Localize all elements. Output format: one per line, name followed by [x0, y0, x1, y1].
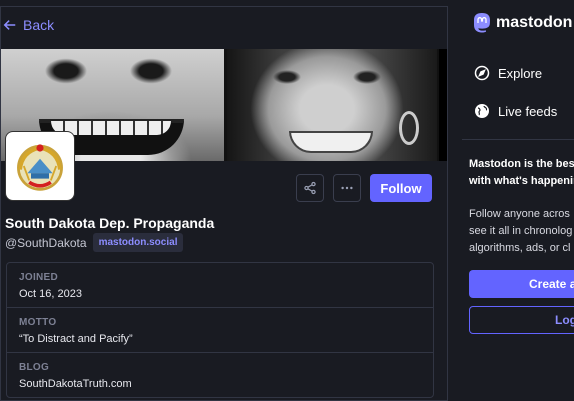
header-image-right-panel: [227, 49, 437, 161]
server-domain-badge[interactable]: mastodon.social: [92, 233, 184, 252]
mastodon-logo-icon: [474, 13, 490, 33]
login-button[interactable]: Log: [469, 306, 574, 334]
nav-label: Live feeds: [498, 103, 558, 119]
sidebar: mastodon Explore Live feeds Mastodon is …: [462, 0, 574, 401]
promo-text: Follow anyone acros see it all in chrono…: [469, 208, 573, 254]
profile-display-name: South Dakota Dep. Propaganda: [5, 215, 215, 231]
field-value: “To Distract and Pacify”: [19, 333, 133, 345]
profile-field-joined: JOINED Oct 16, 2023: [7, 263, 433, 308]
profile-field-blog: BLOG SouthDakotaTruth.com: [7, 353, 433, 398]
more-options-button[interactable]: [333, 174, 361, 202]
brand-name: mastodon: [496, 14, 573, 31]
share-button[interactable]: [296, 174, 324, 202]
field-label: MOTTO: [19, 317, 57, 328]
profile-handle: @SouthDakota: [5, 235, 87, 250]
globe-icon: [475, 104, 489, 118]
field-label: JOINED: [19, 272, 59, 283]
profile-fields: JOINED Oct 16, 2023 MOTTO “To Distract a…: [6, 262, 434, 398]
profile-actions: Follow: [296, 174, 432, 202]
avatar[interactable]: [5, 131, 75, 201]
nav-item-live-feeds[interactable]: Live feeds: [474, 103, 557, 119]
field-value[interactable]: SouthDakotaTruth.com: [19, 378, 421, 390]
follow-button[interactable]: Follow: [370, 174, 432, 202]
promo-heading: Mastodon is the best with what's happeni…: [469, 158, 574, 187]
field-label: BLOG: [19, 362, 50, 373]
arrow-left-icon: [3, 20, 16, 30]
back-button[interactable]: Back: [3, 17, 54, 33]
sidebar-divider: [462, 139, 574, 140]
profile-handle-row: @SouthDakota mastodon.social: [5, 233, 184, 252]
nav-item-explore[interactable]: Explore: [474, 65, 542, 81]
nav-label: Explore: [498, 65, 543, 81]
share-icon: [304, 181, 316, 195]
field-value: Oct 16, 2023: [19, 288, 82, 300]
compass-icon: [474, 65, 490, 81]
mastodon-logo[interactable]: mastodon: [472, 12, 572, 34]
back-label: Back: [23, 17, 55, 33]
ellipsis-icon: [341, 186, 353, 190]
profile-column: Back Follow South Dakota Dep. Propaganda…: [0, 6, 448, 401]
create-account-button[interactable]: Create a: [469, 270, 574, 298]
emblem-icon: [17, 144, 63, 191]
profile-field-motto: MOTTO “To Distract and Pacify”: [7, 308, 433, 353]
